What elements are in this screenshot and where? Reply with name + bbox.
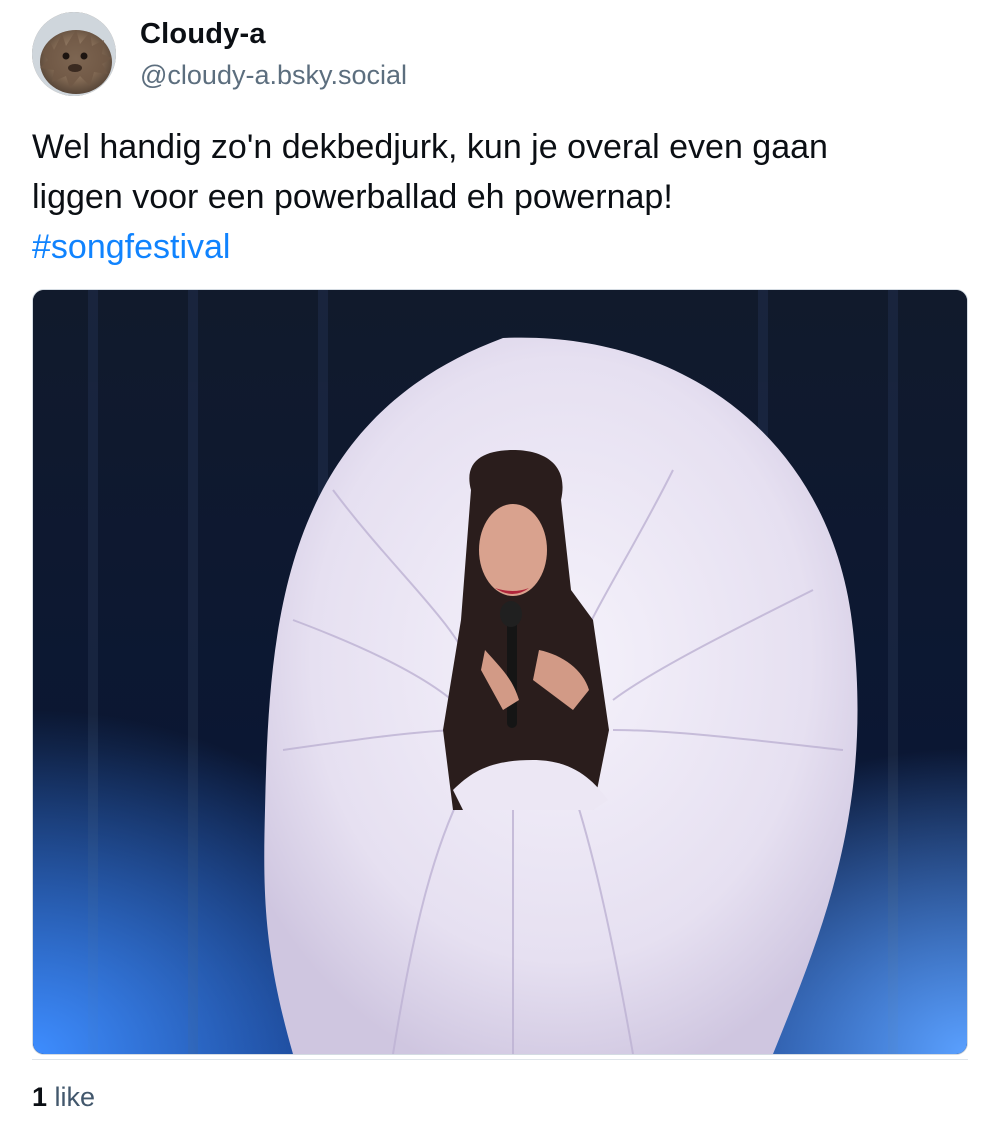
- post-image[interactable]: [32, 289, 968, 1055]
- post-card: Cloudy-a @cloudy-a.bsky.social Wel handi…: [0, 0, 1000, 1140]
- author-handle[interactable]: @cloudy-a.bsky.social: [140, 60, 407, 91]
- hashtag-link[interactable]: #songfestival: [32, 222, 230, 272]
- avatar[interactable]: [32, 12, 116, 96]
- post-header: Cloudy-a @cloudy-a.bsky.social: [32, 12, 632, 96]
- post-text-line: Wel handig zo'n dekbedjurk, kun je overa…: [32, 128, 828, 166]
- display-name[interactable]: Cloudy-a: [140, 18, 266, 51]
- stage-performer-photo: [33, 290, 967, 1054]
- post-text-line: liggen voor een powerballad eh powernap!: [32, 178, 673, 216]
- like-count-label: like: [54, 1082, 96, 1112]
- divider: [32, 1059, 968, 1060]
- furry-creature-avatar-icon: [32, 12, 116, 96]
- like-count-number: 1: [32, 1082, 48, 1112]
- post-text: Wel handig zo'n dekbedjurk, kun je overa…: [32, 122, 968, 272]
- like-count[interactable]: 1 like: [32, 1082, 95, 1113]
